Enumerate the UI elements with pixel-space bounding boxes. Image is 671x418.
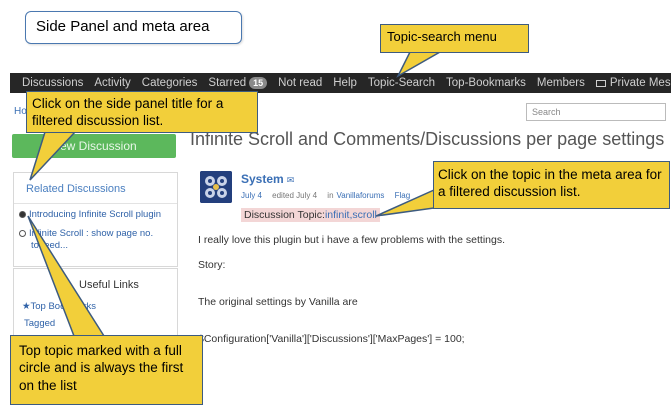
nav-starred[interactable]: Starred 15 bbox=[208, 77, 268, 89]
nav-topic-search[interactable]: Topic-Search bbox=[368, 77, 435, 89]
avatar[interactable] bbox=[200, 171, 232, 203]
post-line: Story: bbox=[198, 259, 226, 271]
topic-value[interactable]: infinit,scroll bbox=[325, 209, 377, 221]
envelope-icon bbox=[595, 79, 606, 87]
useful-link-top-bookmarks[interactable]: ★Top Bookmarks bbox=[22, 301, 96, 312]
callout-meta-topic: Click on the topic in the meta area for … bbox=[433, 161, 670, 209]
top-navbar: Discussions Activity Categories Starred … bbox=[10, 73, 671, 93]
nav-members[interactable]: Members bbox=[537, 77, 585, 89]
callout-topic-search: Topic-search menu bbox=[380, 24, 529, 53]
message-icon[interactable]: ✉ bbox=[287, 175, 295, 185]
nav-private-message[interactable]: Private Message bbox=[595, 77, 671, 89]
related-item-label: Introducing Infinite Scroll plugin bbox=[29, 209, 162, 220]
post-flag[interactable]: Flag bbox=[395, 191, 411, 200]
useful-link-tagged[interactable]: Tagged bbox=[24, 318, 55, 329]
nav-private-message-label: Private Message bbox=[609, 77, 671, 89]
related-item-label: Infinite Scroll : show page no. bbox=[29, 228, 154, 239]
related-item[interactable]: Infinite Scroll : show page no. bbox=[19, 228, 153, 239]
nav-categories[interactable]: Categories bbox=[142, 77, 198, 89]
starred-count-badge: 15 bbox=[249, 77, 268, 89]
useful-links-title: Useful Links bbox=[79, 279, 139, 291]
post-edited: edited July 4 bbox=[272, 191, 318, 200]
annotation-title: Side Panel and meta area bbox=[25, 11, 242, 44]
related-item-continued[interactable]: totfeed... bbox=[31, 240, 68, 251]
callout-top-topic: Top topic marked with a full circle and … bbox=[10, 335, 203, 405]
new-discussion-button[interactable]: New Discussion bbox=[12, 134, 176, 158]
topic-label: Discussion Topic: bbox=[244, 209, 325, 221]
side-panel-title[interactable]: Related Discussions bbox=[26, 183, 126, 195]
nav-starred-label: Starred bbox=[208, 77, 247, 89]
empty-circle-icon bbox=[19, 229, 26, 237]
meta-topic-tag[interactable]: Discussion Topic:infinit,scroll bbox=[241, 208, 380, 222]
post-in-label: in bbox=[327, 191, 334, 200]
post-line: The original settings by Vanilla are bbox=[198, 296, 358, 308]
callout-side-panel-title: Click on the side panel title for a filt… bbox=[26, 91, 258, 133]
nav-discussions[interactable]: Discussions bbox=[22, 77, 83, 89]
nav-activity[interactable]: Activity bbox=[94, 77, 130, 89]
post-category[interactable]: Vanillaforums bbox=[337, 191, 385, 200]
related-discussions-panel: Related Discussions Introducing Infinite… bbox=[13, 172, 178, 267]
post-author[interactable]: System ✉ bbox=[241, 172, 294, 186]
breadcrumb-home[interactable]: Ho bbox=[14, 106, 27, 117]
nav-not-read[interactable]: Not read bbox=[278, 77, 322, 89]
related-item-top[interactable]: Introducing Infinite Scroll plugin bbox=[19, 209, 161, 220]
post-line: $Configuration['Vanilla']['Discussions']… bbox=[198, 333, 465, 345]
post-line: I really love this plugin but i have a f… bbox=[198, 234, 505, 246]
nav-top-bookmarks[interactable]: Top-Bookmarks bbox=[446, 77, 526, 89]
post-meta: July 4 edited July 4 in Vanillaforums Fla… bbox=[241, 191, 418, 200]
divider bbox=[14, 203, 177, 204]
full-circle-icon bbox=[19, 210, 26, 218]
search-input[interactable]: Search bbox=[526, 103, 666, 121]
gear-cluster-icon bbox=[200, 171, 232, 203]
nav-help[interactable]: Help bbox=[333, 77, 357, 89]
page-title: Infinite Scroll and Comments/Discussions… bbox=[190, 129, 665, 149]
useful-links-panel: Useful Links ★Top Bookmarks Tagged bbox=[13, 268, 178, 336]
post-date[interactable]: July 4 bbox=[241, 191, 262, 200]
post-author-name: System bbox=[241, 172, 284, 186]
